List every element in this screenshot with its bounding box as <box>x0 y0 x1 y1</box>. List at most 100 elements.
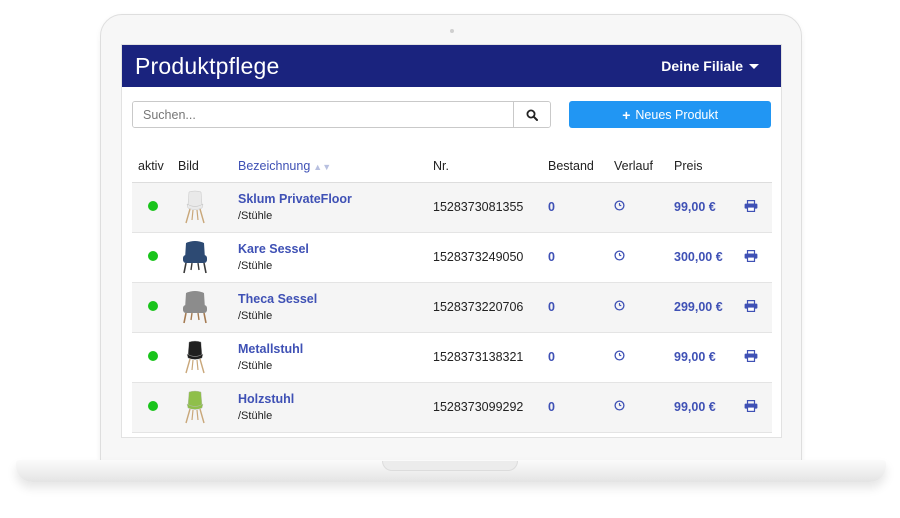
history-cell <box>608 282 668 333</box>
active-status-dot <box>148 251 158 261</box>
table-row[interactable]: Sklum PrivateFloor/Stühle 1528373081355 0 9… <box>132 182 772 233</box>
search-button[interactable] <box>513 102 551 127</box>
stock-cell: 0 <box>542 332 608 383</box>
product-category: /Stühle <box>238 260 273 272</box>
clock-icon[interactable] <box>614 200 625 211</box>
grey-armchair-icon <box>183 291 207 324</box>
printer-icon[interactable] <box>744 349 758 362</box>
number-cell: 1528373081355 <box>427 182 542 233</box>
product-name-link[interactable]: Holzstuhl <box>238 392 427 406</box>
plus-icon: + <box>622 106 631 123</box>
green-chair-icon <box>185 390 205 424</box>
active-status-dot <box>148 301 158 311</box>
table-row[interactable]: Kare Sessel/Stühle 1528373249050 0 300,00 € <box>132 232 772 283</box>
printer-icon[interactable] <box>744 299 758 312</box>
column-header-history: Verlauf <box>608 150 668 183</box>
printer-icon[interactable] <box>744 399 758 412</box>
image-cell <box>172 232 232 283</box>
price-value[interactable]: 299,00 € <box>674 300 723 314</box>
table-header-row: aktiv Bild Bezeichnung ▲▼ Nr. Bestand Ver… <box>132 150 772 183</box>
clock-icon[interactable] <box>614 250 625 261</box>
stock-value[interactable]: 0 <box>548 350 555 364</box>
image-cell <box>172 182 232 233</box>
print-cell <box>738 232 772 283</box>
active-cell <box>132 382 172 433</box>
clock-icon[interactable] <box>614 400 625 411</box>
image-cell <box>172 382 232 433</box>
branch-dropdown-label: Deine Filiale <box>661 58 743 74</box>
price-value[interactable]: 99,00 € <box>674 400 716 414</box>
active-cell <box>132 182 172 233</box>
blue-armchair-icon <box>183 241 207 274</box>
laptop-notch <box>382 461 518 471</box>
toolbar: + Neues Produkt <box>122 87 781 128</box>
column-header-active: aktiv <box>132 150 172 183</box>
product-table: aktiv Bild Bezeichnung ▲▼ Nr. Bestand Ver… <box>132 150 772 433</box>
product-category: /Stühle <box>238 310 273 322</box>
name-cell: Kare Sessel/Stühle <box>232 232 427 283</box>
column-header-name-label: Bezeichnung <box>238 158 311 173</box>
new-product-button[interactable]: + Neues Produkt <box>569 101 771 128</box>
price-value[interactable]: 99,00 € <box>674 350 716 364</box>
white-chair-icon <box>185 190 205 224</box>
printer-icon[interactable] <box>744 199 758 212</box>
history-cell <box>608 382 668 433</box>
stock-cell: 0 <box>542 232 608 283</box>
app-header: Produktpflege Deine Filiale <box>122 45 781 87</box>
search-group <box>132 101 552 128</box>
product-name-link[interactable]: Theca Sessel <box>238 292 427 306</box>
table-row[interactable]: Holzstuhl/Stühle 1528373099292 0 99,00 € <box>132 382 772 433</box>
column-header-number: Nr. <box>427 150 542 183</box>
stock-value[interactable]: 0 <box>548 400 555 414</box>
name-cell: Metallstuhl/Stühle <box>232 332 427 383</box>
price-cell: 300,00 € <box>668 232 738 283</box>
black-chair-icon <box>185 340 205 374</box>
product-category: /Stühle <box>238 410 273 422</box>
caret-down-icon <box>749 63 759 69</box>
new-product-label: Neues Produkt <box>635 107 719 122</box>
printer-icon[interactable] <box>744 249 758 262</box>
image-cell <box>172 332 232 383</box>
price-value[interactable]: 99,00 € <box>674 200 716 214</box>
history-cell <box>608 182 668 233</box>
print-cell <box>738 382 772 433</box>
column-header-name[interactable]: Bezeichnung ▲▼ <box>232 150 427 183</box>
name-cell: Sklum PrivateFloor/Stühle <box>232 182 427 233</box>
history-cell <box>608 232 668 283</box>
product-name-link[interactable]: Sklum PrivateFloor <box>238 192 427 206</box>
branch-dropdown[interactable]: Deine Filiale <box>661 58 759 74</box>
stock-value[interactable]: 0 <box>548 200 555 214</box>
table-row[interactable]: Theca Sessel/Stühle 1528373220706 0 299,00 … <box>132 282 772 333</box>
clock-icon[interactable] <box>614 300 625 311</box>
product-name-link[interactable]: Kare Sessel <box>238 242 427 256</box>
price-cell: 299,00 € <box>668 282 738 333</box>
print-cell <box>738 282 772 333</box>
active-cell <box>132 282 172 333</box>
stock-cell: 0 <box>542 182 608 233</box>
product-name-link[interactable]: Metallstuhl <box>238 342 427 356</box>
print-cell <box>738 332 772 383</box>
number-cell: 1528373099292 <box>427 382 542 433</box>
history-cell <box>608 332 668 383</box>
column-header-price: Preis <box>668 150 738 183</box>
name-cell: Theca Sessel/Stühle <box>232 282 427 333</box>
sort-icon: ▲▼ <box>313 161 332 172</box>
table-row[interactable]: Metallstuhl/Stühle 1528373138321 0 99,00 € <box>132 332 772 383</box>
price-cell: 99,00 € <box>668 332 738 383</box>
number-cell: 1528373249050 <box>427 232 542 283</box>
active-status-dot <box>148 201 158 211</box>
column-header-stock: Bestand <box>542 150 608 183</box>
stock-cell: 0 <box>542 282 608 333</box>
stock-value[interactable]: 0 <box>548 250 555 264</box>
search-input[interactable] <box>133 102 514 127</box>
stock-value[interactable]: 0 <box>548 300 555 314</box>
stock-cell: 0 <box>542 382 608 433</box>
active-status-dot <box>148 351 158 361</box>
active-cell <box>132 232 172 283</box>
clock-icon[interactable] <box>614 350 625 361</box>
price-value[interactable]: 300,00 € <box>674 250 723 264</box>
product-category: /Stühle <box>238 210 273 222</box>
name-cell: Holzstuhl/Stühle <box>232 382 427 433</box>
price-cell: 99,00 € <box>668 382 738 433</box>
image-cell <box>172 282 232 333</box>
